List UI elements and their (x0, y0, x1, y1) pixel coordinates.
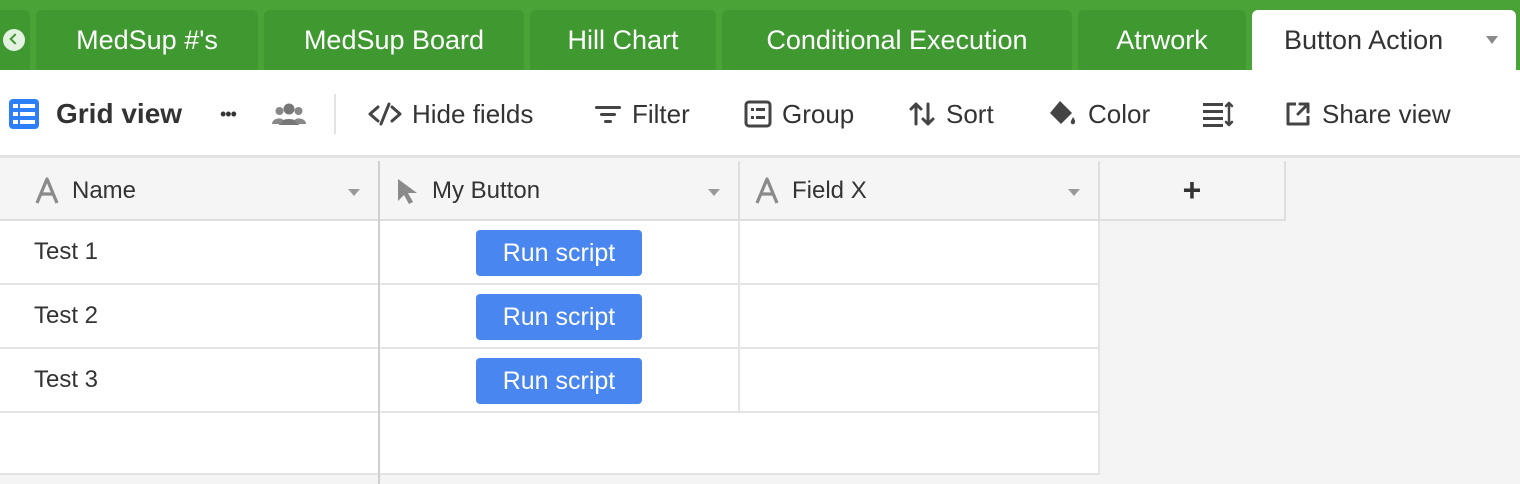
collaborators-button[interactable] (272, 70, 306, 158)
frozen-column-divider (378, 161, 380, 484)
hide-fields-icon (368, 102, 402, 126)
add-row-area[interactable] (0, 413, 1100, 475)
scroll-tabs-left-button[interactable] (0, 10, 30, 70)
color-button[interactable]: Color (1048, 70, 1150, 158)
tab-atrwork[interactable]: Atrwork (1078, 10, 1246, 70)
view-switcher[interactable]: Grid view (8, 70, 182, 158)
table-row-3-name[interactable]: Test 3 (0, 349, 380, 413)
toolbar-divider (334, 94, 336, 134)
table-row-3-button-cell[interactable]: Run script (380, 349, 740, 413)
add-field-button[interactable]: + (1100, 161, 1286, 221)
run-script-button[interactable]: Run script (476, 358, 642, 404)
more-icon: ••• (220, 103, 237, 124)
group-icon (744, 100, 772, 128)
share-view-button[interactable]: Share view (1284, 70, 1451, 158)
column-header-name[interactable]: Name (0, 161, 380, 221)
table-row-1-field-x[interactable] (740, 221, 1100, 285)
chevron-down-icon[interactable] (708, 189, 720, 196)
tab-medsup-numbers[interactable]: MedSup #'s (36, 10, 258, 70)
view-name: Grid view (56, 98, 183, 129)
sort-button[interactable]: Sort (908, 70, 994, 158)
sort-icon (909, 102, 935, 126)
tab-medsup-board[interactable]: MedSup Board (264, 10, 524, 70)
row-height-button[interactable] (1202, 70, 1234, 158)
people-icon (272, 103, 306, 125)
filter-icon (595, 106, 621, 123)
row-height-icon (1203, 101, 1234, 127)
paint-bucket-icon (1050, 101, 1076, 125)
table-row-2-button-cell[interactable]: Run script (380, 285, 740, 349)
chevron-left-icon (3, 29, 25, 51)
plus-icon: + (1182, 171, 1202, 208)
table-row-1-name[interactable]: Test 1 (0, 221, 380, 285)
table-row-1-button-cell[interactable]: Run script (380, 221, 740, 285)
table-row-2-field-x[interactable] (740, 285, 1100, 349)
text-field-icon (755, 177, 779, 204)
column-header-my-button[interactable]: My Button (380, 161, 740, 221)
hide-fields-button[interactable]: Hide fields (368, 70, 533, 158)
table-row-3-field-x[interactable] (740, 349, 1100, 413)
table-row-2-name[interactable]: Test 2 (0, 285, 380, 349)
chevron-down-icon[interactable] (1486, 36, 1498, 44)
view-menu-button[interactable]: ••• (220, 70, 237, 158)
filter-button[interactable]: Filter (594, 70, 690, 158)
cursor-pointer-icon (398, 179, 417, 204)
chevron-down-icon[interactable] (348, 189, 360, 196)
share-icon (1286, 102, 1310, 126)
tab-button-action[interactable]: Button Action (1252, 10, 1516, 70)
tab-hill-chart[interactable]: Hill Chart (530, 10, 716, 70)
tab-conditional-execution[interactable]: Conditional Execution (722, 10, 1072, 70)
chevron-down-icon[interactable] (1068, 189, 1080, 196)
table-tab-bar: MedSup #'s MedSup Board Hill Chart Condi… (0, 0, 1520, 70)
grid-view-icon (9, 99, 39, 129)
run-script-button[interactable]: Run script (476, 294, 642, 340)
column-header-field-x[interactable]: Field X (740, 161, 1100, 221)
group-button[interactable]: Group (744, 70, 854, 158)
view-toolbar: Grid view ••• Hide fields Filter Group S… (0, 70, 1520, 158)
text-field-icon (35, 177, 59, 204)
run-script-button[interactable]: Run script (476, 230, 642, 276)
